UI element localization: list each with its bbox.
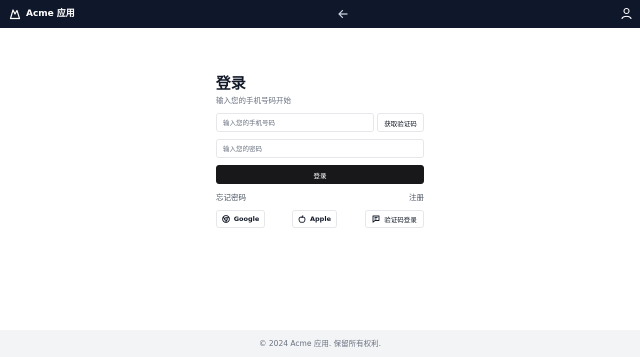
forgot-password-link[interactable]: 忘记密码	[216, 193, 246, 203]
copyright-text: © 2024 Acme 应用. 保留所有权利.	[259, 339, 381, 348]
google-login-button[interactable]: Google	[216, 210, 265, 228]
apple-login-label: Apple	[310, 215, 331, 223]
arrow-left-icon[interactable]	[336, 7, 350, 21]
phone-input[interactable]	[216, 113, 374, 132]
brand[interactable]: Acme 应用	[9, 7, 75, 21]
chrome-icon	[221, 215, 230, 223]
login-button[interactable]: 登录	[216, 165, 424, 184]
register-link[interactable]: 注册	[409, 193, 424, 203]
google-login-label: Google	[233, 215, 260, 223]
sms-code-login-button[interactable]: 验证码登录	[365, 210, 424, 228]
apple-icon	[298, 215, 306, 223]
password-input[interactable]	[216, 139, 424, 158]
brand-name: Acme 应用	[26, 9, 75, 19]
sms-code-login-label: 验证码登录	[384, 216, 417, 224]
user-icon[interactable]	[620, 7, 633, 20]
get-code-button[interactable]: 获取验证码	[377, 113, 424, 132]
apple-login-button[interactable]: Apple	[292, 210, 337, 228]
message-icon	[372, 215, 380, 223]
top-navigation-bar: Acme 应用	[0, 0, 640, 28]
footer: © 2024 Acme 应用. 保留所有权利.	[0, 330, 640, 357]
triangle-logo-icon	[9, 9, 21, 20]
page-subtitle: 输入您的手机号码开始	[216, 96, 291, 105]
page-title: 登录	[216, 74, 247, 92]
